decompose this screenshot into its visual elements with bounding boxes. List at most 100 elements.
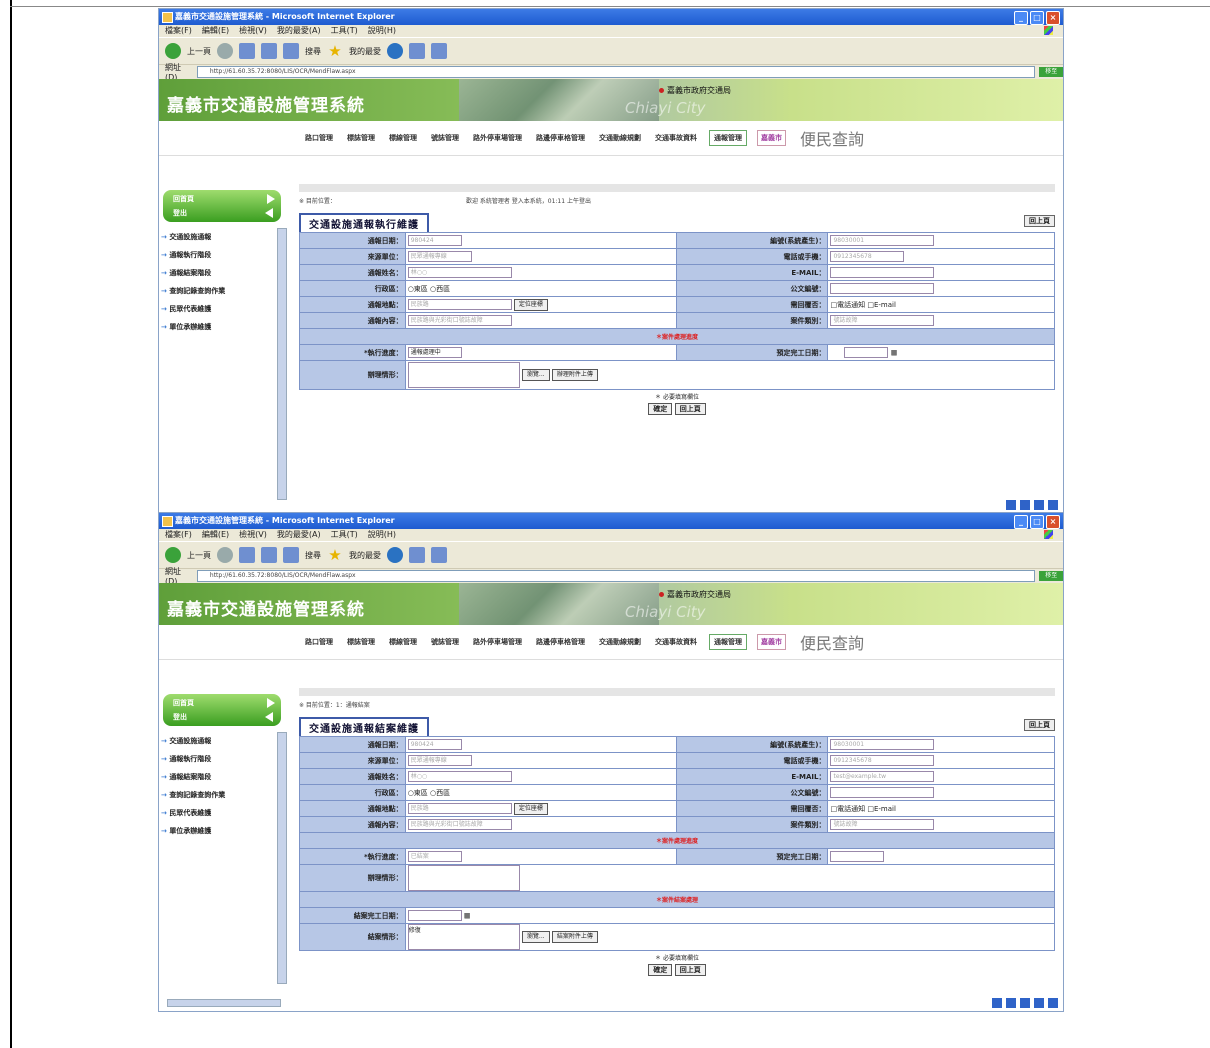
- tray-icon[interactable]: [1019, 997, 1031, 1009]
- remark-textarea[interactable]: [407, 865, 520, 891]
- back-button[interactable]: 回上頁: [674, 403, 706, 415]
- source-select[interactable]: 民眾通報專線: [407, 251, 472, 262]
- print-icon[interactable]: [431, 43, 447, 59]
- maximize-icon[interactable]: □: [1030, 11, 1044, 25]
- search-label[interactable]: 搜尋: [305, 550, 321, 561]
- nav-onstreet[interactable]: 路邊停車格管理: [534, 637, 587, 647]
- sidebar-item-staff[interactable]: 單位承辦維護: [161, 318, 225, 336]
- nav-onstreet[interactable]: 路邊停車格管理: [534, 133, 587, 143]
- locate-button[interactable]: 定位座標: [513, 298, 548, 311]
- favorites-icon[interactable]: ★: [327, 547, 343, 563]
- tray-icon[interactable]: [991, 997, 1003, 1009]
- forward-icon[interactable]: [217, 547, 233, 563]
- back-icon[interactable]: [165, 43, 181, 59]
- nav-reports[interactable]: 通報管理: [709, 634, 747, 650]
- menu-favorites[interactable]: 我的最愛(A): [277, 529, 321, 541]
- nav-offstreet[interactable]: 路外停車場管理: [471, 637, 524, 647]
- remark-textarea[interactable]: [407, 362, 520, 388]
- home-link[interactable]: 回首頁: [173, 698, 194, 708]
- menu-file[interactable]: 檔案(F): [165, 529, 192, 541]
- browse-button[interactable]: 瀏覽...: [521, 369, 550, 381]
- tray-icon[interactable]: [1033, 997, 1045, 1009]
- exec-status-select[interactable]: 已結案: [407, 851, 462, 862]
- reporter-field[interactable]: 林○○: [407, 267, 512, 278]
- email-field[interactable]: [830, 267, 935, 278]
- source-select[interactable]: 民眾通報專線: [407, 755, 472, 766]
- favorites-label[interactable]: 我的最愛: [349, 550, 381, 561]
- doc-no-field[interactable]: [830, 787, 935, 798]
- finish-date-field[interactable]: [407, 910, 462, 921]
- mail-icon[interactable]: [409, 43, 425, 59]
- go-button[interactable]: 移至: [1039, 67, 1063, 77]
- minimize-icon[interactable]: _: [1014, 515, 1028, 529]
- locate-button[interactable]: 定位座標: [513, 802, 548, 815]
- menu-view[interactable]: 檢視(V): [239, 25, 267, 37]
- nav-markings[interactable]: 標線管理: [387, 637, 419, 647]
- close-icon[interactable]: ×: [1046, 515, 1060, 529]
- nav-city-logo[interactable]: 嘉義市: [757, 130, 786, 146]
- address-input[interactable]: http://61.60.35.72:8080/LIS/OCR/MendFlaw…: [196, 66, 1036, 78]
- nav-public-query[interactable]: 便民查詢: [800, 630, 864, 654]
- home-icon[interactable]: [283, 43, 299, 59]
- browse-button[interactable]: 瀏覽...: [521, 931, 550, 943]
- nav-signs[interactable]: 標誌管理: [345, 637, 377, 647]
- nav-intersection[interactable]: 路口管理: [303, 133, 335, 143]
- logout-link[interactable]: 登出: [173, 712, 187, 722]
- nav-signals[interactable]: 號誌管理: [429, 637, 461, 647]
- case-type-field[interactable]: 號誌故障: [830, 315, 935, 326]
- reporter-field[interactable]: 林○○: [407, 771, 512, 782]
- nav-traffic-flow[interactable]: 交通動線規劃: [597, 637, 643, 647]
- back-button[interactable]: 回上頁: [674, 964, 706, 976]
- sidebar-item-report[interactable]: 交通設施通報: [161, 732, 225, 750]
- close-icon[interactable]: ×: [1046, 11, 1060, 25]
- calendar-icon[interactable]: ▦: [891, 349, 898, 357]
- tray-icon[interactable]: [1047, 997, 1059, 1009]
- menu-edit[interactable]: 編輯(E): [202, 529, 229, 541]
- district-radio-west[interactable]: ○西區: [430, 285, 450, 293]
- phone-field[interactable]: 0912345678: [830, 755, 935, 766]
- back-icon[interactable]: [165, 547, 181, 563]
- window-titlebar[interactable]: 嘉義市交通設施管理系統 - Microsoft Internet Explore…: [159, 513, 1063, 529]
- confirm-button[interactable]: 確定: [648, 964, 673, 976]
- menu-help[interactable]: 說明(H): [368, 25, 396, 37]
- sidebar-item-citizen[interactable]: 民眾代表維護: [161, 300, 225, 318]
- content-field[interactable]: 民族路與光彩街口號誌故障: [407, 315, 512, 326]
- location-field[interactable]: 民族路: [407, 803, 512, 814]
- forward-icon[interactable]: [217, 43, 233, 59]
- menu-favorites[interactable]: 我的最愛(A): [277, 25, 321, 37]
- menu-help[interactable]: 說明(H): [368, 529, 396, 541]
- back-top-button[interactable]: 回上頁: [1024, 215, 1055, 227]
- go-button[interactable]: 移至: [1039, 571, 1063, 581]
- media-icon[interactable]: [387, 547, 403, 563]
- home-link[interactable]: 回首頁: [173, 194, 194, 204]
- sidebar-nav-button[interactable]: 回首頁 登出: [163, 694, 281, 726]
- sidebar-item-close[interactable]: 通報結案階段: [161, 768, 225, 786]
- report-date-field[interactable]: 980424: [407, 739, 462, 750]
- nav-offstreet[interactable]: 路外停車場管理: [471, 133, 524, 143]
- planned-date-field[interactable]: [830, 851, 885, 862]
- favorites-label[interactable]: 我的最愛: [349, 46, 381, 57]
- sidebar-nav-button[interactable]: 回首頁 登出: [163, 190, 281, 222]
- sidebar-item-execute[interactable]: 通報執行階段: [161, 750, 225, 768]
- content-field[interactable]: 民族路與光彩街口號誌故障: [407, 819, 512, 830]
- upload-button[interactable]: 辦理附件上傳: [551, 369, 598, 381]
- nav-markings[interactable]: 標線管理: [387, 133, 419, 143]
- refresh-icon[interactable]: [261, 547, 277, 563]
- window-titlebar[interactable]: 嘉義市交通設施管理系統 - Microsoft Internet Explore…: [159, 9, 1063, 25]
- menu-tools[interactable]: 工具(T): [331, 529, 358, 541]
- print-icon[interactable]: [431, 547, 447, 563]
- location-field[interactable]: 民族路: [407, 299, 512, 310]
- search-label[interactable]: 搜尋: [305, 46, 321, 57]
- case-type-field[interactable]: 號誌故障: [830, 819, 935, 830]
- sidebar-scrollbar[interactable]: [277, 228, 287, 500]
- back-top-button[interactable]: 回上頁: [1024, 719, 1055, 731]
- sidebar-item-execute[interactable]: 通報執行階段: [161, 246, 225, 264]
- reply-check-email[interactable]: □E-mail: [867, 301, 896, 309]
- tray-icon[interactable]: [1005, 499, 1017, 511]
- nav-signals[interactable]: 號誌管理: [429, 133, 461, 143]
- serial-field[interactable]: 98030001: [830, 235, 935, 246]
- address-input[interactable]: http://61.60.35.72:8080/LIS/OCR/MendFlaw…: [196, 570, 1036, 582]
- sidebar-item-citizen[interactable]: 民眾代表維護: [161, 804, 225, 822]
- upload-button[interactable]: 結案附件上傳: [551, 931, 598, 943]
- nav-traffic-flow[interactable]: 交通動線規劃: [597, 133, 643, 143]
